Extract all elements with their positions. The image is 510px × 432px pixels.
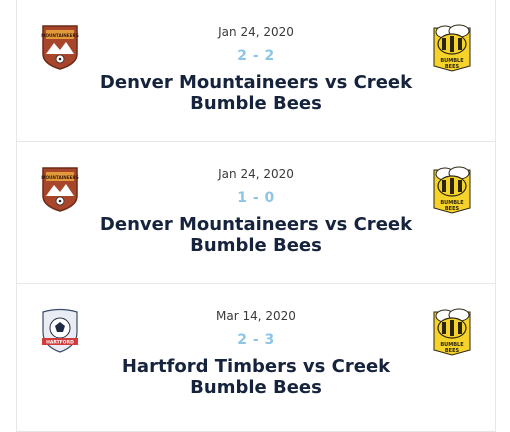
match-title[interactable]: Denver Mountaineers vs Creek Bumble Bees: [87, 214, 425, 256]
match-date: Jan 24, 2020: [218, 25, 294, 39]
hartford-timbers-logo: HARTFORD: [42, 308, 78, 353]
match-list: MOUNTAINEERS Jan 24, 2020 2 - 2 Denver M…: [16, 0, 496, 432]
match-card[interactable]: MOUNTAINEERS Jan 24, 2020 1 - 0 Denver M…: [17, 142, 495, 284]
svg-text:BEES: BEES: [445, 348, 460, 354]
svg-text:BEES: BEES: [445, 206, 460, 212]
creek-bumble-bees-logo: BUMBLE BEES: [433, 308, 471, 356]
match-card[interactable]: HARTFORD Mar 14, 2020 2 - 3 Hartford Tim…: [17, 284, 495, 432]
denver-mountaineers-logo: MOUNTAINEERS: [41, 25, 79, 70]
match-score: 1 - 0: [237, 190, 275, 206]
match-title[interactable]: Denver Mountaineers vs Creek Bumble Bees: [87, 72, 425, 114]
svg-text:HARTFORD: HARTFORD: [46, 340, 74, 346]
match-date: Jan 24, 2020: [218, 167, 294, 181]
creek-bumble-bees-logo: BUMBLE BEES: [433, 166, 471, 214]
svg-text:BEES: BEES: [445, 64, 460, 70]
match-card[interactable]: MOUNTAINEERS Jan 24, 2020 2 - 2 Denver M…: [17, 0, 495, 142]
denver-mountaineers-logo: MOUNTAINEERS: [41, 167, 79, 212]
svg-text:MOUNTAINEERS: MOUNTAINEERS: [41, 175, 78, 180]
match-score: 2 - 2: [237, 48, 275, 64]
match-title[interactable]: Hartford Timbers vs Creek Bumble Bees: [87, 356, 425, 398]
match-date: Mar 14, 2020: [216, 309, 296, 323]
svg-text:MOUNTAINEERS: MOUNTAINEERS: [41, 33, 78, 38]
creek-bumble-bees-logo: BUMBLE BEES: [433, 24, 471, 72]
match-score: 2 - 3: [237, 332, 275, 348]
